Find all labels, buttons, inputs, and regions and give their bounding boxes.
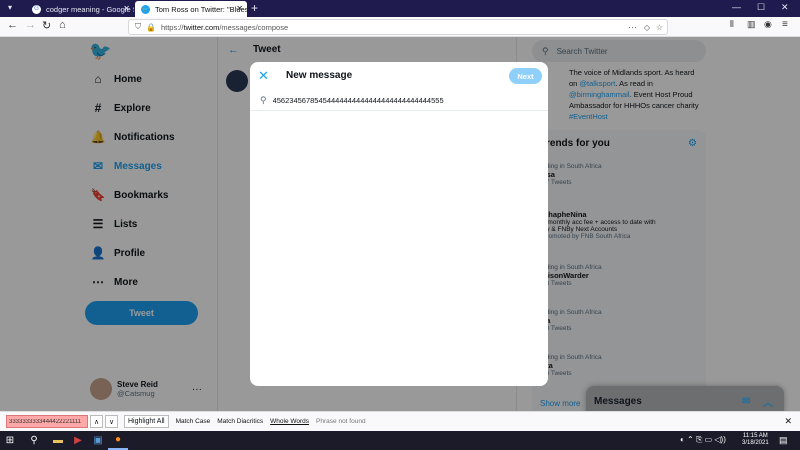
file-explorer-icon[interactable]: ▬: [48, 431, 68, 450]
twitter-favicon-icon: 🐦: [141, 4, 150, 14]
home-button-icon[interactable]: ⌂: [59, 19, 66, 31]
media-player-icon[interactable]: ▶: [68, 431, 88, 450]
clock[interactable]: 11:15 AM 3/18/2021: [742, 433, 769, 447]
menu-icon[interactable]: ≡: [782, 19, 788, 30]
browser-tab-google[interactable]: G codger meaning - Google Sear ✕: [26, 1, 134, 17]
reload-icon[interactable]: ↻: [42, 19, 51, 32]
app-icon[interactable]: ▣: [88, 431, 108, 450]
new-tab-icon[interactable]: +: [251, 1, 258, 15]
find-input[interactable]: [6, 415, 88, 428]
search-icon[interactable]: ⚲: [24, 431, 44, 450]
recipient-search-row: ⚲: [250, 90, 548, 111]
url-path: /messages/compose: [219, 22, 289, 32]
google-favicon-icon: G: [32, 4, 41, 14]
whole-words-toggle[interactable]: Whole Words: [270, 418, 309, 425]
url-domain: twitter.com: [183, 22, 220, 32]
tab-overview-icon[interactable]: ▾: [8, 3, 12, 12]
browser-tab-twitter[interactable]: 🐦 Tom Ross on Twitter: "Blues 2-1 ✕: [135, 1, 247, 17]
forward-icon[interactable]: →: [25, 19, 36, 31]
system-tray-icons[interactable]: ◐ ⌃ ⎘ ▭ ◁)): [680, 435, 726, 445]
close-tab-icon[interactable]: ✕: [123, 4, 130, 13]
clock-date: 3/18/2021: [742, 440, 769, 446]
shield-icon: ⛉: [135, 22, 141, 31]
tab-title: codger meaning - Google Sear: [46, 4, 134, 14]
pocket-icon[interactable]: ◇: [644, 23, 650, 32]
modal-title: New message: [286, 70, 353, 81]
url-bar[interactable]: ⛉ 🔒 https://twitter.com/messages/compose…: [128, 19, 668, 35]
back-icon[interactable]: ←: [7, 19, 18, 31]
minimize-window-icon[interactable]: —: [732, 2, 741, 12]
search-icon: ⚲: [260, 94, 267, 105]
recipient-search-input[interactable]: [272, 95, 523, 105]
close-icon[interactable]: ✕: [258, 68, 269, 84]
messages-drawer-title: Messages: [594, 395, 642, 407]
windows-start-icon[interactable]: ⊞: [0, 431, 20, 450]
notification-center-icon[interactable]: ▤: [779, 435, 788, 446]
star-bookmark-icon[interactable]: ☆: [656, 23, 663, 32]
firefox-icon[interactable]: ●: [108, 431, 128, 450]
find-status: Phrase not found: [316, 418, 366, 425]
browser-nav-bar: ← → ↻ ⌂ ⛉ 🔒 https://twitter.com/messages…: [0, 17, 800, 37]
lock-icon: 🔒: [146, 22, 156, 32]
close-find-bar-icon[interactable]: ✕: [784, 416, 792, 427]
tab-title: Tom Ross on Twitter: "Blues 2-1: [155, 4, 247, 14]
maximize-window-icon[interactable]: ☐: [757, 2, 765, 13]
highlight-all-toggle[interactable]: Highlight All: [124, 415, 169, 428]
close-tab-icon[interactable]: ✕: [236, 4, 243, 13]
url-prefix: https://: [160, 22, 184, 32]
next-button[interactable]: Next: [509, 68, 542, 84]
match-diacritics-toggle[interactable]: Match Diacritics: [217, 418, 263, 425]
clock-time: 11:15 AM: [742, 433, 768, 439]
browser-tab-bar: ▾ G codger meaning - Google Sear ✕ 🐦 Tom…: [0, 0, 800, 17]
match-case-toggle[interactable]: Match Case: [176, 418, 211, 425]
sidebar-toggle-icon[interactable]: ▥: [747, 19, 756, 30]
windows-taskbar: ⊞ ⚲ ▬ ▶ ▣ ● ◐ ⌃ ⎘ ▭ ◁)) 11:15 AM 3/18/20…: [0, 431, 800, 450]
find-in-page-bar: ∧ ∨ Highlight All Match Case Match Diacr…: [0, 411, 800, 431]
find-next-icon[interactable]: ∨: [105, 415, 118, 428]
account-icon[interactable]: ◉: [764, 19, 772, 30]
find-previous-icon[interactable]: ∧: [90, 415, 103, 428]
close-window-icon[interactable]: ✕: [781, 2, 789, 13]
new-message-modal: ✕ New message Next ⚲: [250, 62, 548, 386]
page-actions-icon[interactable]: ···: [628, 22, 637, 32]
new-message-icon[interactable]: ✉: [742, 396, 750, 407]
library-icon[interactable]: ⫴: [730, 19, 734, 30]
expand-chevron-icon[interactable]: ︿: [763, 394, 773, 409]
